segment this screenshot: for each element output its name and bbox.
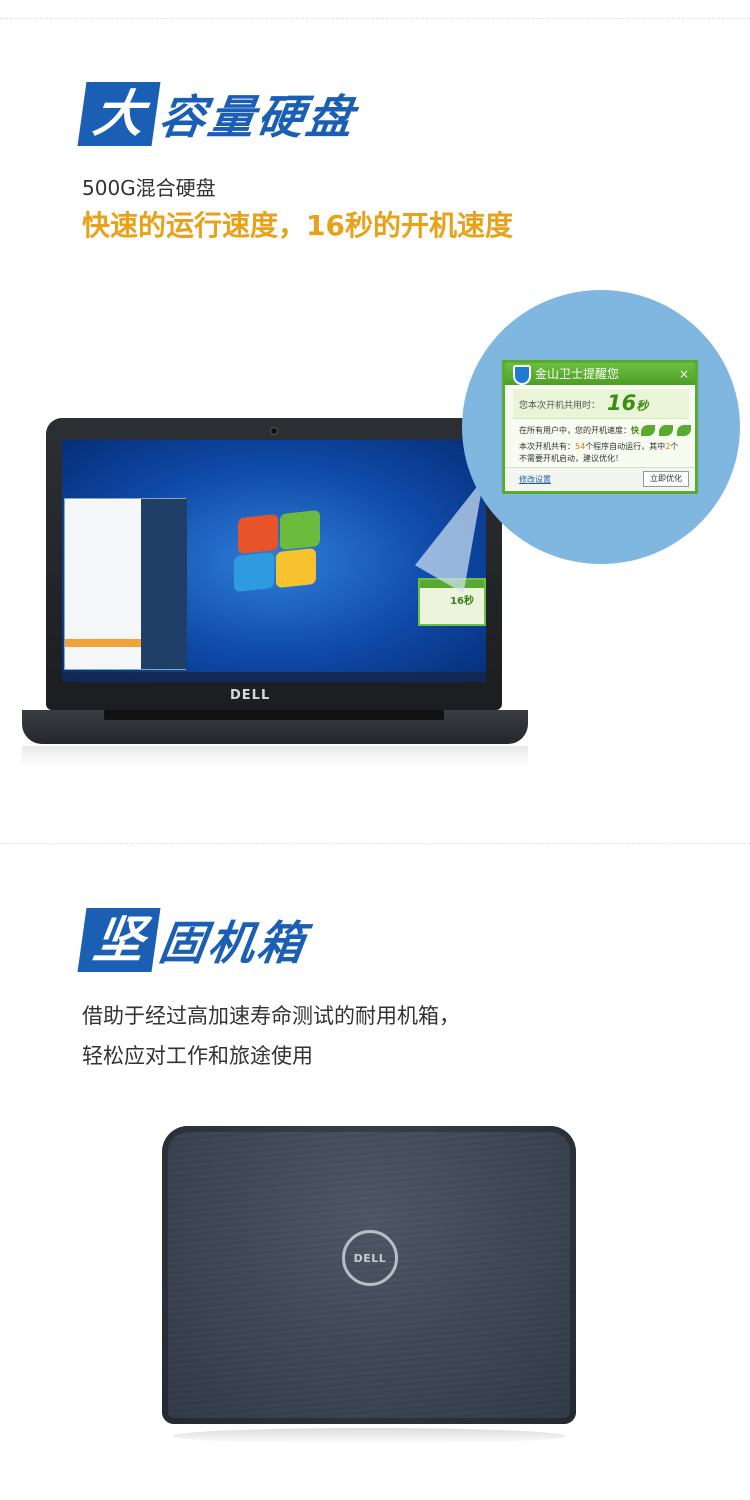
leaf-icon (641, 425, 655, 436)
section1-heading: 大 容量硬盘 (77, 82, 359, 146)
shield-icon (513, 365, 531, 385)
section2-heading-text: 固机箱 (155, 916, 311, 970)
section2-heading: 坚 固机箱 (77, 908, 310, 972)
laptop-hinge (104, 710, 444, 720)
laptop-closed-image: DELL (162, 1126, 576, 1456)
chassis-desc-line2: 轻松应对工作和旅途使用 (82, 1044, 313, 1068)
popup-time-value: 16秒 (607, 391, 649, 415)
popup-titlebar: 金山卫士提醒您 × (505, 363, 695, 385)
webcam (270, 427, 278, 435)
section-divider (0, 843, 750, 844)
start-menu (64, 498, 187, 670)
taskbar (62, 672, 486, 682)
popup-title: 金山卫士提醒您 (535, 367, 620, 381)
leaf-icon (677, 425, 691, 436)
leaf-icon (659, 425, 673, 436)
laptop-open-image: 16秒 DELL (22, 418, 528, 768)
laptop-lid-back: DELL (162, 1126, 576, 1424)
dell-logo-text: DELL (353, 1251, 387, 1265)
popup-time-label: 您本次开机共用时： (519, 401, 601, 411)
popup-speed-line: 在所有用户中，您的开机速度：快 (519, 426, 639, 435)
dell-logo-icon: DELL (342, 1230, 398, 1286)
popup-footer: 修改设置 立即优化 (505, 467, 695, 491)
chassis-desc-line1: 借助于经过高加速寿命测试的耐用机箱， (82, 1004, 460, 1028)
close-icon[interactable]: × (679, 363, 689, 385)
popup-advice-line: 不需要开机启动，建议优化！ (519, 454, 623, 463)
optimize-button[interactable]: 立即优化 (643, 471, 689, 487)
popup-time-box: 您本次开机共用时： 16秒 (513, 389, 689, 419)
section1-heading-text: 容量硬盘 (155, 90, 360, 144)
windows-logo-icon (232, 509, 322, 593)
hdd-highlight: 快速的运行速度，16秒的开机速度 (82, 209, 513, 242)
top-divider (0, 18, 750, 19)
section2-heading-first-char: 坚 (77, 908, 161, 972)
settings-link[interactable]: 修改设置 (519, 474, 551, 485)
startup-time-popup: 金山卫士提醒您 × 您本次开机共用时： 16秒 在所有用户中，您的开机速度：快 … (502, 360, 698, 494)
laptop-shadow (172, 1428, 566, 1444)
laptop-reflection (22, 746, 528, 768)
hdd-subtitle: 500G混合硬盘 (82, 176, 216, 200)
section1-heading-first-char: 大 (77, 82, 161, 146)
laptop-brand-label: DELL (230, 688, 271, 703)
popup-programs-line: 本次开机共有：54个程序自动运行，其中2个 (519, 442, 679, 451)
mini-popup-value: 16秒 (450, 596, 474, 607)
